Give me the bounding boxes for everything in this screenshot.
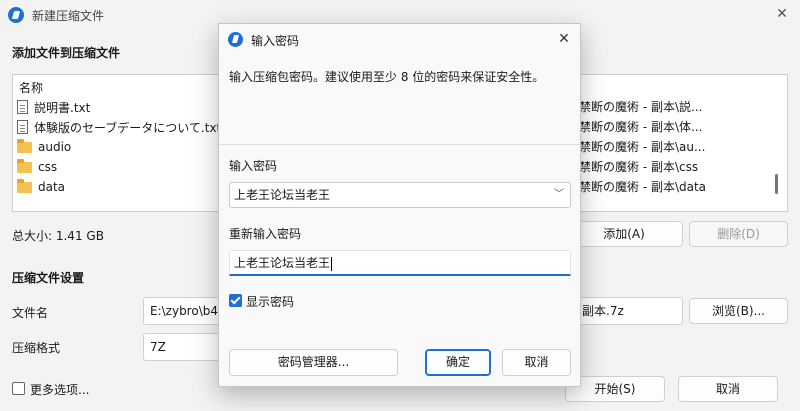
list-item[interactable]: data [17,177,65,197]
app-logo-icon [8,7,24,23]
file-path: 禁断の魔術 - 副本\data [579,180,707,194]
file-path: 禁断の魔術 - 副本\体... [579,120,703,134]
repeat-password-label: 重新输入密码 [229,227,302,241]
column-header-name[interactable]: 名称 [19,79,43,96]
text-file-icon [17,100,28,114]
file-name: css [38,160,58,174]
dialog-cancel-button[interactable]: 取消 [502,349,571,376]
list-item[interactable]: 体験版のセーブデータについて.txt [17,117,221,137]
file-path: 禁断の魔術 - 副本\説... [579,100,703,114]
more-options-label[interactable]: 更多选项... [30,381,89,398]
chevron-down-icon[interactable]: ﹀ [554,183,564,207]
browse-button[interactable]: 浏览(B)... [689,298,788,324]
total-size: 总大小: 1.41 GB [12,229,104,243]
file-name: 説明書.txt [34,100,91,115]
list-item[interactable]: audio [17,137,71,157]
ok-button[interactable]: 确定 [425,349,491,376]
more-options-checkbox[interactable] [12,382,25,395]
password-dialog: 输入密码 ✕ 输入压缩包密码。建议使用至少 8 位的密码来保证安全性。 输入密码… [218,23,581,387]
filename-input-tail[interactable]: 副本.7z [575,297,683,325]
window-close-icon[interactable]: ✕ [772,4,792,24]
list-item[interactable]: css [17,157,57,177]
text-file-icon [17,120,28,134]
repeat-password-input[interactable]: 上老王论坛当老王 [229,250,571,276]
repeat-password-value: 上老王论坛当老王 [234,256,331,270]
folder-icon [17,178,32,193]
password-value: 上老王论坛当老王 [234,188,331,202]
dialog-description: 输入压缩包密码。建议使用至少 8 位的密码来保证安全性。 [229,70,545,84]
show-password-checkbox[interactable] [229,294,242,307]
text-caret [331,256,333,271]
format-select[interactable]: 7Z [143,333,223,361]
dialog-titlebar: 输入密码 ✕ [219,24,580,54]
dialog-divider [219,144,580,145]
file-path: 禁断の魔術 - 副本\au... [579,140,706,154]
password-label: 输入密码 [229,159,278,173]
cancel-button[interactable]: 取消 [678,376,778,402]
folder-icon [17,138,32,153]
section-add-files-heading: 添加文件到压缩文件 [12,46,121,60]
file-name: 体験版のセーブデータについて.txt [34,120,222,135]
filename-label: 文件名 [12,306,49,320]
folder-icon [17,158,32,173]
window-title: 新建压缩文件 [32,9,105,23]
add-button[interactable]: 添加(A) [565,221,683,247]
dialog-title: 输入密码 [251,34,300,48]
app-logo-icon [228,32,243,47]
section-settings-heading: 压缩文件设置 [12,271,85,285]
delete-button[interactable]: 删除(D) [689,221,788,247]
password-combobox[interactable]: 上老王论坛当老王 ﹀ [229,182,571,208]
list-scrollbar[interactable] [775,174,778,194]
list-item[interactable]: 説明書.txt [17,97,90,117]
file-path: 禁断の魔術 - 副本\css [579,160,699,174]
format-label: 压缩格式 [12,341,61,355]
password-manager-button[interactable]: 密码管理器... [229,349,398,376]
dialog-close-icon[interactable]: ✕ [554,29,574,49]
file-name: data [38,180,66,194]
show-password-label[interactable]: 显示密码 [246,293,294,310]
filename-input[interactable]: E:\zybro\b4l [143,297,223,325]
file-name: audio [38,140,72,154]
